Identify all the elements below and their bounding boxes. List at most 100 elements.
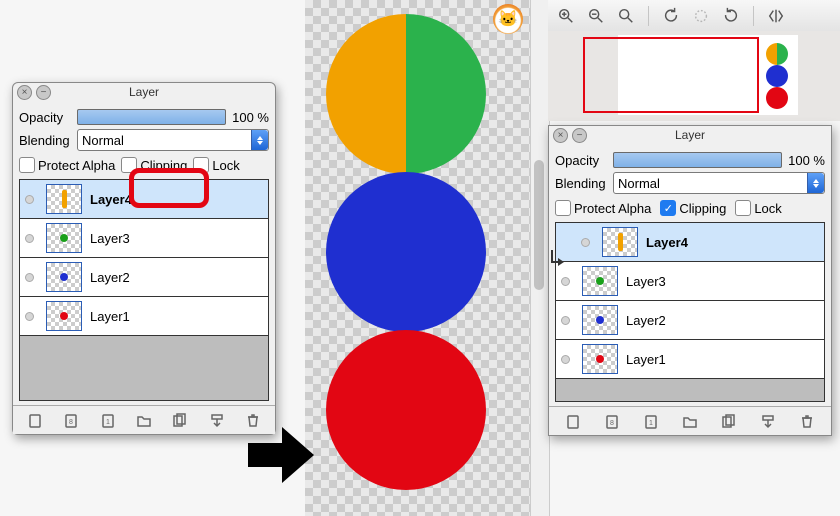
- layer-name: Layer2: [90, 270, 268, 285]
- navigator-viewport[interactable]: [583, 37, 759, 113]
- layer-name: Layer4: [90, 192, 268, 207]
- app-mascot-badge: 🐱: [493, 4, 523, 34]
- panel-titlebar[interactable]: × − Layer: [13, 83, 275, 101]
- flip-horizontal-icon[interactable]: [766, 6, 786, 26]
- lock-checkbox[interactable]: [735, 200, 751, 216]
- protect-alpha-label: Protect Alpha: [574, 201, 651, 216]
- merge-icon[interactable]: [207, 411, 227, 429]
- layer-thumbnail: [46, 262, 82, 292]
- svg-text:1: 1: [106, 419, 110, 426]
- new-8bit-icon[interactable]: 8: [61, 411, 81, 429]
- layer-list[interactable]: Layer4 Layer3 Layer2 Layer1: [19, 179, 269, 401]
- toolbar-separator: [648, 6, 649, 26]
- new-folder-icon[interactable]: [134, 411, 154, 429]
- blending-label: Blending: [555, 176, 613, 191]
- lock-label: Lock: [754, 201, 781, 216]
- nav-shape: [766, 65, 788, 87]
- protect-alpha-checkbox[interactable]: [555, 200, 571, 216]
- vertical-scrollbar[interactable]: [530, 0, 550, 516]
- layer-thumbnail: [46, 184, 82, 214]
- panel-footer: 81: [549, 406, 831, 435]
- svg-text:8: 8: [610, 420, 614, 427]
- lock-checkbox[interactable]: [193, 157, 209, 173]
- opacity-value: 100 %: [788, 153, 825, 168]
- layer-panel-left: × − Layer Opacity 100 % Blending Normal …: [12, 82, 276, 435]
- zoom-reset-icon[interactable]: [616, 6, 636, 26]
- toolbar-separator: [753, 6, 754, 26]
- blending-select[interactable]: Normal: [77, 129, 269, 151]
- blending-value: Normal: [82, 133, 124, 148]
- panel-title: Layer: [549, 128, 831, 142]
- canvas-circle: [326, 330, 486, 490]
- svg-text:8: 8: [69, 419, 73, 426]
- new-layer-icon[interactable]: [563, 412, 583, 430]
- chevron-updown-icon: [807, 173, 824, 193]
- visibility-toggle[interactable]: [556, 316, 574, 325]
- protect-alpha-checkbox[interactable]: [19, 157, 35, 173]
- layer-thumbnail: [582, 344, 618, 374]
- blending-value: Normal: [618, 176, 660, 191]
- blending-label: Blending: [19, 133, 77, 148]
- panel-titlebar[interactable]: × − Layer: [549, 126, 831, 144]
- visibility-toggle[interactable]: [20, 234, 38, 243]
- protect-alpha-label: Protect Alpha: [38, 158, 115, 173]
- clipping-checkbox[interactable]: [121, 157, 137, 173]
- layer-thumbnail: [582, 305, 618, 335]
- zoom-in-icon[interactable]: [556, 6, 576, 26]
- new-1bit-icon[interactable]: 1: [98, 411, 118, 429]
- opacity-slider[interactable]: [77, 109, 226, 125]
- layer-name: Layer1: [626, 352, 824, 367]
- duplicate-icon[interactable]: [170, 411, 190, 429]
- new-8bit-icon[interactable]: 8: [602, 412, 622, 430]
- rotate-cw-icon[interactable]: [721, 6, 741, 26]
- visibility-toggle[interactable]: [576, 238, 594, 247]
- layer-row[interactable]: Layer4: [556, 223, 824, 262]
- layer-thumbnail: [46, 301, 82, 331]
- layer-row[interactable]: Layer3: [556, 262, 824, 301]
- zoom-out-icon[interactable]: [586, 6, 606, 26]
- layer-row[interactable]: Layer2: [556, 301, 824, 340]
- rotate-ccw-icon[interactable]: [661, 6, 681, 26]
- layer-list[interactable]: Layer4 Layer3 Layer2 Layer1: [555, 222, 825, 402]
- nav-shape: [766, 43, 788, 65]
- layer-row[interactable]: Layer4: [20, 180, 268, 219]
- duplicate-icon[interactable]: [719, 412, 739, 430]
- visibility-toggle[interactable]: [20, 195, 38, 204]
- clipping-indent-icon: [548, 248, 564, 266]
- layer-row[interactable]: Layer3: [20, 219, 268, 258]
- layer-row[interactable]: Layer1: [20, 297, 268, 336]
- visibility-toggle[interactable]: [20, 312, 38, 321]
- new-folder-icon[interactable]: [680, 412, 700, 430]
- rotate-reset-icon[interactable]: [691, 6, 711, 26]
- visibility-toggle[interactable]: [20, 273, 38, 282]
- clipping-checkbox[interactable]: ✓: [660, 200, 676, 216]
- chevron-updown-icon: [251, 130, 268, 150]
- trash-icon[interactable]: [797, 412, 817, 430]
- blending-select[interactable]: Normal: [613, 172, 825, 194]
- visibility-toggle[interactable]: [556, 277, 574, 286]
- lock-label: Lock: [212, 158, 239, 173]
- svg-text:1: 1: [649, 420, 653, 427]
- canvas-area[interactable]: [305, 0, 530, 516]
- new-layer-icon[interactable]: [25, 411, 45, 429]
- layer-row[interactable]: Layer1: [556, 340, 824, 379]
- layer-thumbnail: [582, 266, 618, 296]
- layer-name: Layer4: [646, 235, 824, 250]
- new-1bit-icon[interactable]: 1: [641, 412, 661, 430]
- visibility-toggle[interactable]: [556, 355, 574, 364]
- layer-thumbnail: [46, 223, 82, 253]
- navigator-panel[interactable]: [548, 31, 840, 121]
- opacity-slider[interactable]: [613, 152, 782, 168]
- arrow-right-icon: [248, 425, 314, 485]
- nav-shape: [766, 87, 788, 109]
- scrollbar-handle[interactable]: [534, 160, 544, 290]
- panel-footer: 81: [13, 405, 275, 434]
- layer-name: Layer1: [90, 309, 268, 324]
- canvas-circle: [326, 14, 486, 174]
- layer-row[interactable]: Layer2: [20, 258, 268, 297]
- layer-name: Layer3: [626, 274, 824, 289]
- canvas-circle: [326, 172, 486, 332]
- opacity-label: Opacity: [19, 110, 77, 125]
- layer-name: Layer3: [90, 231, 268, 246]
- merge-icon[interactable]: [758, 412, 778, 430]
